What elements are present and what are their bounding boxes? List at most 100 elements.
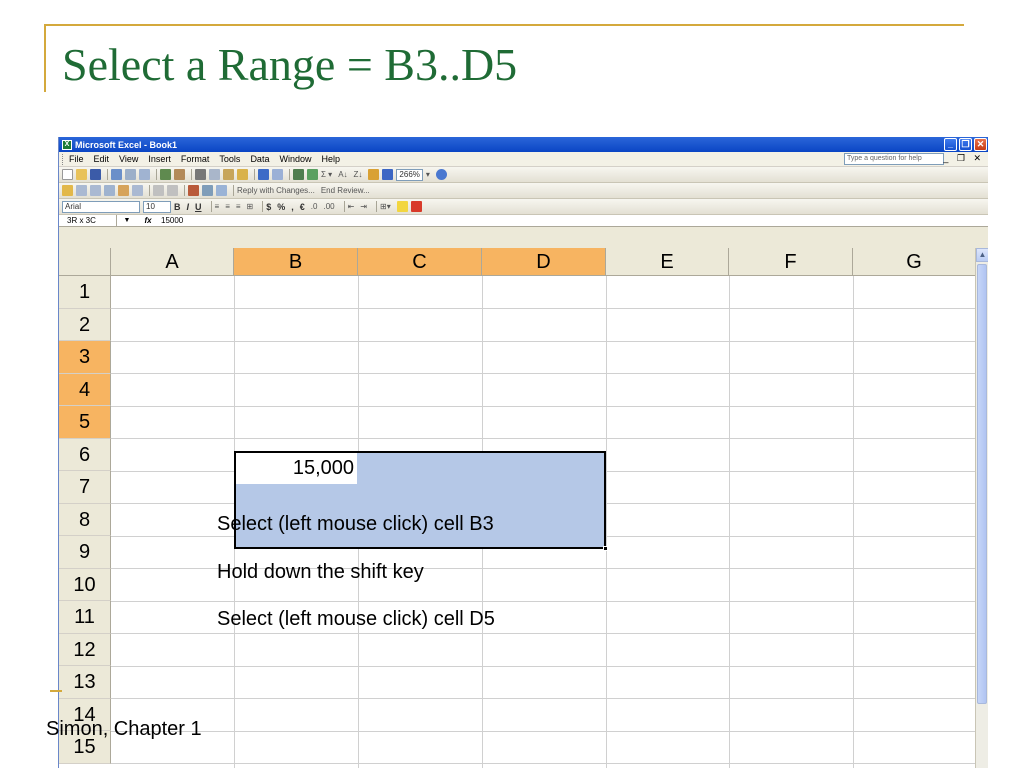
print-icon[interactable]: [125, 169, 136, 180]
scroll-up-arrow-icon[interactable]: ▲: [976, 248, 988, 262]
review-reject-icon[interactable]: [188, 185, 199, 196]
percent-button[interactable]: %: [277, 202, 285, 212]
paste-icon[interactable]: [223, 169, 234, 180]
minimize-button[interactable]: _: [944, 138, 957, 151]
menu-data[interactable]: Data: [250, 154, 269, 164]
row-header-5[interactable]: 5: [59, 406, 111, 439]
permission-icon[interactable]: [111, 169, 122, 180]
menu-insert[interactable]: Insert: [148, 154, 171, 164]
formula-input[interactable]: 15000: [159, 216, 183, 225]
open-folder-icon[interactable]: [76, 169, 87, 180]
decrease-indent-icon[interactable]: ⇤: [348, 202, 355, 211]
insert-function-icon[interactable]: fx: [137, 216, 159, 225]
row-header-11[interactable]: 11: [59, 601, 111, 634]
row-header-12[interactable]: 12: [59, 633, 111, 666]
autosum-glyph[interactable]: Σ ▾: [321, 170, 332, 179]
column-header-g[interactable]: G: [853, 248, 976, 276]
column-header-b[interactable]: B: [234, 248, 358, 276]
menu-window[interactable]: Window: [279, 154, 311, 164]
font-color-icon[interactable]: [410, 201, 422, 212]
comma-button[interactable]: ,: [291, 202, 294, 212]
review-delete-icon[interactable]: [132, 185, 143, 196]
row-header-13[interactable]: 13: [59, 666, 111, 699]
copy-icon[interactable]: [209, 169, 220, 180]
underline-button[interactable]: U: [195, 202, 202, 212]
menu-edit[interactable]: Edit: [94, 154, 110, 164]
column-header-f[interactable]: F: [729, 248, 853, 276]
increase-decimal-icon[interactable]: .0: [311, 202, 318, 211]
chart-wizard-icon[interactable]: [368, 169, 380, 180]
drawing-icon[interactable]: [382, 169, 394, 180]
review-next-icon[interactable]: [90, 185, 101, 196]
hyperlink-icon[interactable]: [293, 169, 304, 180]
menu-format[interactable]: Format: [181, 154, 210, 164]
row-header-3[interactable]: 3: [59, 341, 111, 374]
row-header-10[interactable]: 10: [59, 568, 111, 601]
menu-tools[interactable]: Tools: [219, 154, 240, 164]
fill-handle[interactable]: [603, 546, 608, 551]
bold-button[interactable]: B: [174, 202, 181, 212]
name-box[interactable]: 3R x 3C: [59, 215, 117, 226]
review-mail-icon[interactable]: [202, 185, 213, 196]
name-box-dropdown-icon[interactable]: ▼: [117, 217, 137, 224]
font-name-select[interactable]: Arial: [62, 200, 140, 213]
sort-ascending-icon[interactable]: A↓: [338, 170, 347, 179]
save-icon[interactable]: [90, 169, 101, 180]
zoom-dropdown-icon[interactable]: ▾: [426, 170, 430, 179]
print-preview-icon[interactable]: [139, 169, 150, 180]
research-icon[interactable]: [174, 169, 185, 180]
column-header-d[interactable]: D: [482, 248, 606, 276]
increase-indent-icon[interactable]: ⇥: [360, 202, 367, 211]
row-header-6[interactable]: 6: [59, 438, 111, 471]
autosum-icon[interactable]: [307, 169, 318, 180]
select-all-corner[interactable]: [59, 248, 111, 276]
active-cell-b3[interactable]: 15,000: [236, 453, 357, 484]
sort-descending-icon[interactable]: Z↓: [354, 170, 363, 179]
align-center-icon[interactable]: ≡: [225, 202, 230, 211]
menu-view[interactable]: View: [119, 154, 138, 164]
row-header-9[interactable]: 9: [59, 536, 111, 569]
new-document-icon[interactable]: [62, 169, 73, 180]
end-review-button[interactable]: End Review...: [321, 186, 370, 195]
vertical-scrollbar[interactable]: ▲: [975, 248, 988, 768]
borders-icon[interactable]: ⊞▾: [380, 202, 391, 211]
column-header-a[interactable]: A: [111, 248, 234, 276]
currency-button[interactable]: $: [266, 202, 271, 212]
menu-file[interactable]: File: [69, 154, 84, 164]
menu-help[interactable]: Help: [321, 154, 340, 164]
align-left-icon[interactable]: ≡: [215, 202, 220, 211]
worksheet-grid[interactable]: A B C D E F G 1 2 3 4 5 6 7 8 9 10 11 12…: [59, 248, 976, 768]
scroll-thumb[interactable]: [977, 264, 987, 704]
window-titlebar[interactable]: X Microsoft Excel - Book1 _ ❐ ✕: [59, 137, 988, 152]
spelling-icon[interactable]: [160, 169, 171, 180]
align-right-icon[interactable]: ≡: [236, 202, 241, 211]
column-header-e[interactable]: E: [606, 248, 729, 276]
help-search-input[interactable]: Type a question for help: [844, 153, 944, 165]
euro-button[interactable]: €: [300, 202, 305, 212]
fill-color-icon[interactable]: [396, 201, 408, 212]
menu-grip-handle[interactable]: [62, 153, 65, 165]
close-button[interactable]: ✕: [974, 138, 987, 151]
review-accept-icon[interactable]: [167, 185, 178, 196]
reply-with-changes-button[interactable]: Reply with Changes...: [237, 186, 315, 195]
review-folder-icon[interactable]: [62, 185, 73, 196]
review-track-icon[interactable]: [153, 185, 164, 196]
cut-icon[interactable]: [195, 169, 206, 180]
format-painter-icon[interactable]: [237, 169, 248, 180]
row-header-4[interactable]: 4: [59, 373, 111, 406]
font-size-select[interactable]: 10: [143, 200, 171, 213]
document-window-controls[interactable]: _ ❐ ✕: [943, 153, 984, 164]
review-comment-icon[interactable]: [118, 185, 129, 196]
help-icon[interactable]: [435, 169, 447, 180]
row-header-7[interactable]: 7: [59, 471, 111, 504]
review-show-icon[interactable]: [104, 185, 115, 196]
row-header-1[interactable]: 1: [59, 276, 111, 309]
undo-icon[interactable]: [258, 169, 269, 180]
italic-button[interactable]: I: [187, 202, 190, 212]
row-header-8[interactable]: 8: [59, 503, 111, 536]
zoom-select[interactable]: 266%: [396, 168, 423, 181]
review-prev-icon[interactable]: [76, 185, 87, 196]
row-header-2[interactable]: 2: [59, 308, 111, 341]
restore-button[interactable]: ❐: [959, 138, 972, 151]
review-ink-icon[interactable]: [216, 185, 227, 196]
